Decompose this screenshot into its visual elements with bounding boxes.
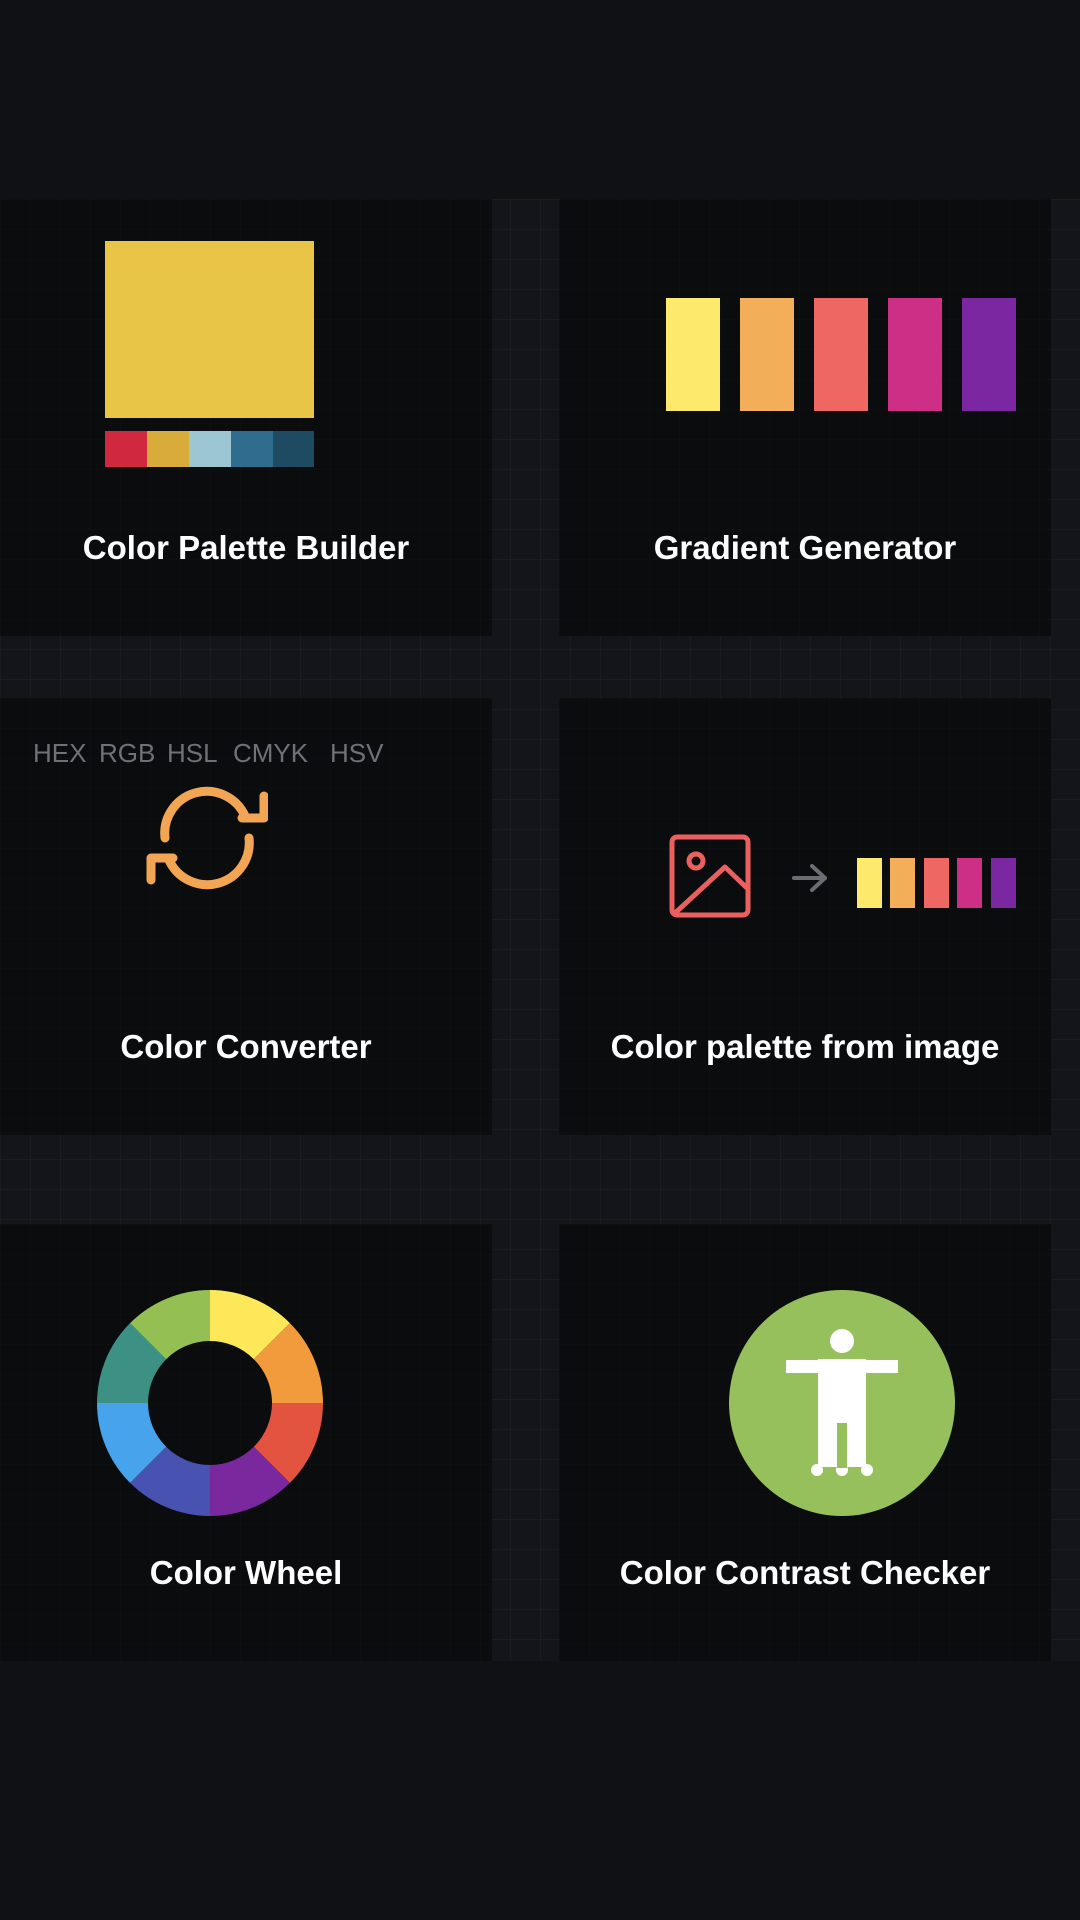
mini-palette-icon (857, 858, 1016, 908)
palette-swatch (189, 431, 231, 467)
card-color-palette-from-image[interactable]: Color palette from image (559, 698, 1051, 1135)
gradient-bar (962, 298, 1016, 411)
card-title: Color palette from image (610, 1028, 1000, 1065)
card-title: Color Converter (120, 1028, 372, 1065)
mini-palette-bar (957, 858, 982, 908)
format-label-hsv: HSV (330, 738, 384, 768)
palette-main-swatch (105, 241, 314, 418)
image-icon (669, 834, 751, 918)
gradient-bar (814, 298, 868, 411)
gradient-bars-icon (666, 298, 1016, 411)
card-title: Gradient Generator (653, 529, 957, 566)
gradient-bar (666, 298, 720, 411)
palette-swatch-icon (105, 241, 314, 467)
accessibility-icon (729, 1290, 955, 1516)
card-title: Color Palette Builder (82, 529, 410, 566)
arrow-right-icon (792, 864, 827, 892)
mini-palette-bar (991, 858, 1016, 908)
card-title: Color Wheel (149, 1554, 343, 1591)
gradient-bar (888, 298, 942, 411)
palette-swatch (105, 431, 147, 467)
palette-swatch (273, 431, 314, 467)
refresh-arrows-icon (146, 786, 268, 890)
palette-swatch (147, 431, 189, 467)
card-color-palette-builder[interactable]: Color Palette Builder (0, 199, 492, 636)
card-color-wheel[interactable]: Color Wheel (0, 1224, 492, 1661)
format-label-hsl: HSL (167, 738, 218, 768)
card-gradient-generator[interactable]: Gradient Generator (559, 199, 1051, 636)
mini-palette-bar (890, 858, 915, 908)
card-color-contrast-checker[interactable]: Color Contrast Checker (559, 1224, 1051, 1661)
palette-swatch (231, 431, 273, 467)
mini-palette-bar (924, 858, 949, 908)
gradient-bar (740, 298, 794, 411)
card-title: Color Contrast Checker (619, 1554, 991, 1591)
format-label-hex: HEX (33, 738, 87, 768)
mini-palette-bar (857, 858, 882, 908)
color-wheel-icon (97, 1290, 323, 1516)
format-label-cmyk: CMYK (233, 738, 309, 768)
format-label-rgb: RGB (99, 738, 156, 768)
